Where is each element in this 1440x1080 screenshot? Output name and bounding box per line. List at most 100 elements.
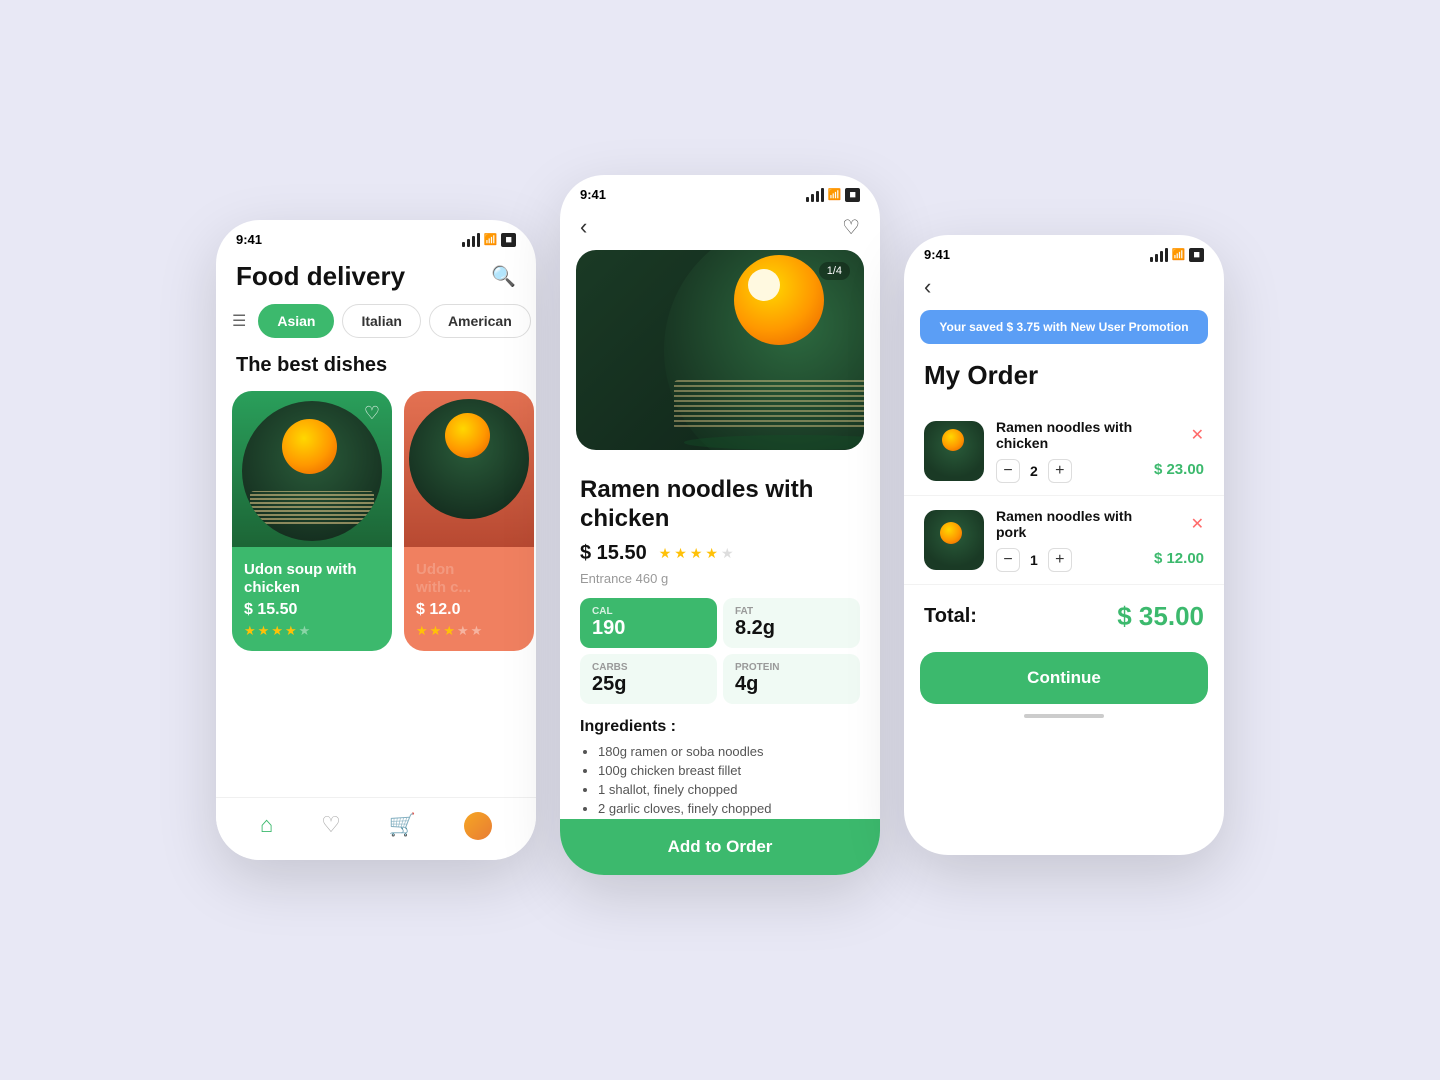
filter-icon[interactable]: ☰ (232, 311, 246, 331)
add-to-order-button[interactable]: Add to Order (560, 819, 880, 875)
favorite-button-2[interactable]: ♡ (842, 215, 860, 240)
nav-cart[interactable]: 🛒 (389, 812, 416, 840)
item-img-1 (924, 421, 984, 481)
total-price: $ 35.00 (1117, 601, 1204, 632)
total-row: Total: $ 35.00 (904, 585, 1224, 644)
d2-star-2: ★ (430, 623, 442, 639)
battery-icon-2: ■ (845, 188, 860, 202)
s2-bar-2 (811, 194, 814, 202)
dish-2-name: Udonwith c... (416, 561, 522, 597)
signal-bar-1 (462, 242, 465, 247)
dish-2-info: Udonwith c... $ 12.0 ★ ★ ★ ★ ★ (404, 549, 534, 651)
rs3: ★ (690, 545, 703, 562)
s3-bar-1 (1150, 257, 1153, 262)
rs2: ★ (674, 545, 687, 562)
carbs-label: CARBS (592, 662, 705, 673)
item-details-2: Ramen noodles with pork − 1 + (996, 508, 1142, 572)
hero-bowl (664, 250, 864, 450)
search-icon[interactable]: 🔍 (491, 264, 516, 289)
d2-star-1: ★ (416, 623, 428, 639)
phones-container: 9:41 📶 ■ Food delivery 🔍 ☰ Asian Italian… (176, 165, 1264, 915)
bowl-decoration-2 (409, 399, 529, 519)
dish-2-price: $ 12.0 (416, 601, 522, 619)
remove-btn-2[interactable]: ✕ (1191, 514, 1204, 534)
bottom-nav-1: ⌂ ♡ 🛒 (216, 797, 536, 860)
status-bar-2: 9:41 📶 ■ (560, 175, 880, 208)
dish-1-name: Udon soup with chicken (244, 561, 380, 597)
hero-egg (734, 255, 824, 345)
phone-1: 9:41 📶 ■ Food delivery 🔍 ☰ Asian Italian… (216, 220, 536, 860)
back-header-3: ‹ (904, 268, 1224, 310)
nav-favorites[interactable]: ♡ (321, 812, 341, 840)
rating-stars: ★ ★ ★ ★ ★ (659, 545, 734, 562)
ingredient-0: 180g ramen or soba noodles (598, 744, 860, 759)
s2-bar-1 (806, 197, 809, 202)
favorite-icon-1[interactable]: ♡ (364, 403, 380, 424)
qty-plus-1[interactable]: + (1048, 459, 1072, 483)
fat-label: FAT (735, 606, 848, 617)
tab-american[interactable]: American (429, 304, 531, 338)
egg-2 (445, 413, 490, 458)
item-egg-2 (940, 522, 962, 544)
remove-btn-1[interactable]: ✕ (1191, 425, 1204, 445)
time-1: 9:41 (236, 232, 262, 247)
my-order-title: My Order (904, 360, 1224, 407)
item-img-2 (924, 510, 984, 570)
status-icons-1: 📶 ■ (462, 233, 516, 247)
status-bar-1: 9:41 📶 ■ (216, 220, 536, 253)
qty-plus-2[interactable]: + (1048, 548, 1072, 572)
signal-bar-4 (477, 233, 480, 247)
star-1: ★ (244, 623, 256, 639)
star-5: ★ (299, 623, 311, 639)
order-item-1: Ramen noodles with chicken − 2 + ✕ $ 23.… (904, 407, 1224, 496)
dish-hero: 1/4 (576, 250, 864, 450)
dish-1-price: $ 15.50 (244, 601, 380, 619)
star-4: ★ (285, 623, 297, 639)
nutrition-carbs: CARBS 25g (580, 654, 717, 704)
section-title: The best dishes (216, 350, 536, 391)
dish-cards: ♡ Udon soup with chicken $ 15.50 ★ ★ ★ ★… (216, 391, 536, 651)
qty-control-1: − 2 + (996, 459, 1142, 483)
egg-white (748, 269, 780, 301)
wifi-icon-1: 📶 (484, 233, 498, 246)
s2-bar-3 (816, 191, 819, 202)
dish-card-1[interactable]: ♡ Udon soup with chicken $ 15.50 ★ ★ ★ ★… (232, 391, 392, 651)
nav-profile[interactable] (464, 812, 492, 840)
bowl-shadow (684, 435, 864, 450)
qty-control-2: − 1 + (996, 548, 1142, 572)
signal-bar-3 (472, 236, 475, 247)
qty-num-2: 1 (1030, 552, 1038, 568)
s3-bar-4 (1165, 248, 1168, 262)
back-button-2[interactable]: ‹ (580, 214, 587, 240)
nav-home[interactable]: ⌂ (260, 812, 273, 840)
bowl-decoration-1 (242, 401, 382, 541)
qty-minus-1[interactable]: − (996, 459, 1020, 483)
wifi-icon-2: 📶 (828, 188, 842, 201)
status-bar-3: 9:41 📶 ■ (904, 235, 1224, 268)
noodles-1 (250, 491, 374, 526)
hero-noodles (674, 380, 864, 430)
app-title: Food delivery (236, 261, 405, 292)
carbs-value: 25g (592, 673, 705, 696)
back-button-3[interactable]: ‹ (924, 274, 931, 300)
signal-bar-2 (467, 239, 470, 247)
item-price-1: $ 23.00 (1154, 461, 1204, 478)
item-price-2: $ 12.00 (1154, 550, 1204, 567)
nutrition-cal: CAL 190 (580, 598, 717, 648)
tab-asian[interactable]: Asian (258, 304, 334, 338)
ingredient-3: 2 garlic cloves, finely chopped (598, 801, 860, 816)
star-3: ★ (271, 623, 283, 639)
signal-bars-3 (1150, 248, 1168, 262)
d2-star-5: ★ (471, 623, 483, 639)
time-3: 9:41 (924, 247, 950, 262)
order-item-2: Ramen noodles with pork − 1 + ✕ $ 12.00 (904, 496, 1224, 585)
continue-button[interactable]: Continue (920, 652, 1208, 704)
qty-minus-2[interactable]: − (996, 548, 1020, 572)
dish-detail-price: $ 15.50 (580, 542, 647, 565)
qty-num-1: 2 (1030, 463, 1038, 479)
tab-italian[interactable]: Italian (342, 304, 420, 338)
dish-card-2[interactable]: Udonwith c... $ 12.0 ★ ★ ★ ★ ★ (404, 391, 534, 651)
ingredient-1: 100g chicken breast fillet (598, 763, 860, 778)
cal-value: 190 (592, 617, 705, 640)
filter-tabs: ☰ Asian Italian American (216, 304, 536, 350)
